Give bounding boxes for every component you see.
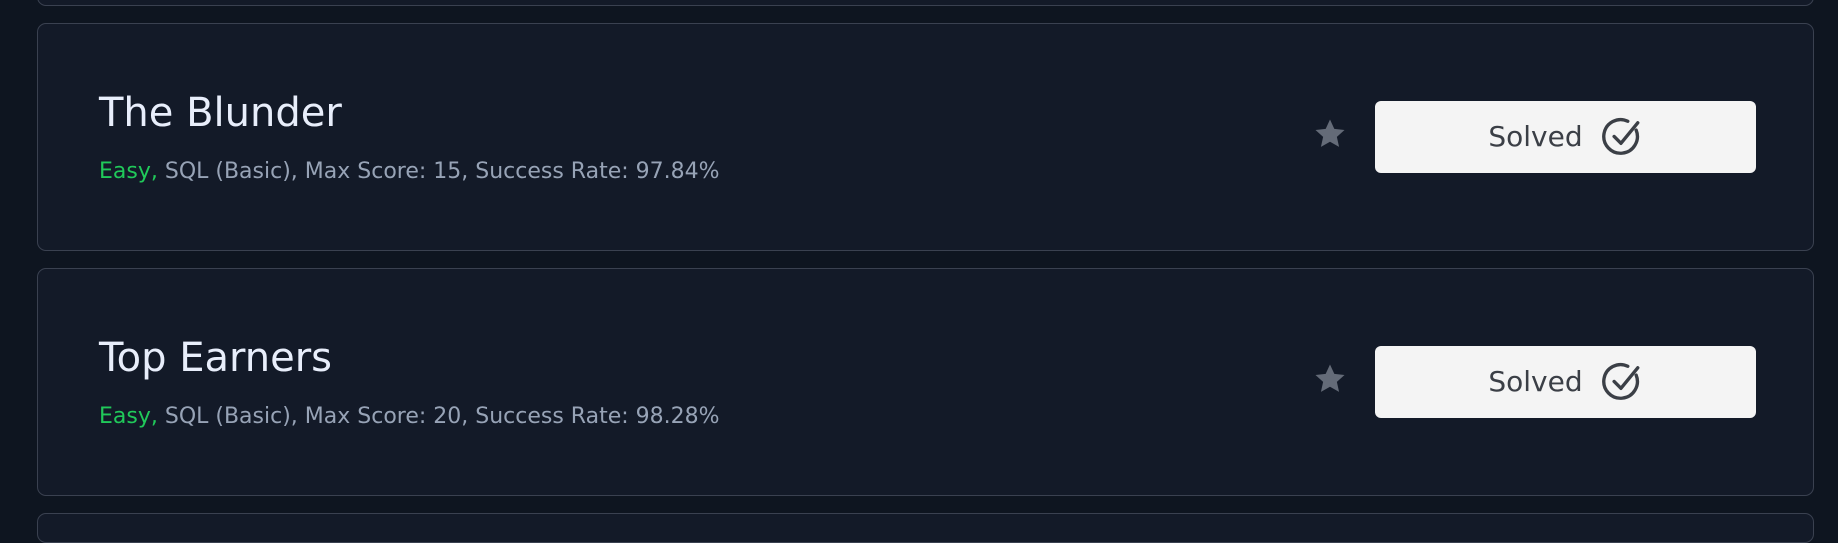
challenge-meta: Easy, SQL (Basic), Max Score: 15, Succes… <box>99 157 720 187</box>
star-icon[interactable] <box>1312 116 1348 152</box>
difficulty-label: Easy, <box>99 404 158 429</box>
challenge-card-partial <box>37 0 1814 6</box>
challenge-title[interactable]: Top Earners <box>99 333 332 383</box>
challenge-card: Top Earners Easy, SQL (Basic), Max Score… <box>37 268 1814 496</box>
challenge-meta: Easy, SQL (Basic), Max Score: 20, Succes… <box>99 402 720 432</box>
challenge-card-partial <box>37 513 1814 543</box>
solved-button-label: Solved <box>1488 365 1583 398</box>
challenge-details: SQL (Basic), Max Score: 20, Success Rate… <box>157 404 720 429</box>
challenge-title[interactable]: The Blunder <box>99 88 342 138</box>
solved-button[interactable]: Solved <box>1375 101 1756 173</box>
check-circle-icon <box>1601 361 1643 403</box>
challenge-list: The Blunder Easy, SQL (Basic), Max Score… <box>0 0 1838 543</box>
challenge-details: SQL (Basic), Max Score: 15, Success Rate… <box>157 159 720 184</box>
check-circle-icon <box>1601 116 1643 158</box>
challenge-card: The Blunder Easy, SQL (Basic), Max Score… <box>37 23 1814 251</box>
solved-button-label: Solved <box>1488 120 1583 153</box>
difficulty-label: Easy, <box>99 159 158 184</box>
solved-button[interactable]: Solved <box>1375 346 1756 418</box>
star-icon[interactable] <box>1312 361 1348 397</box>
